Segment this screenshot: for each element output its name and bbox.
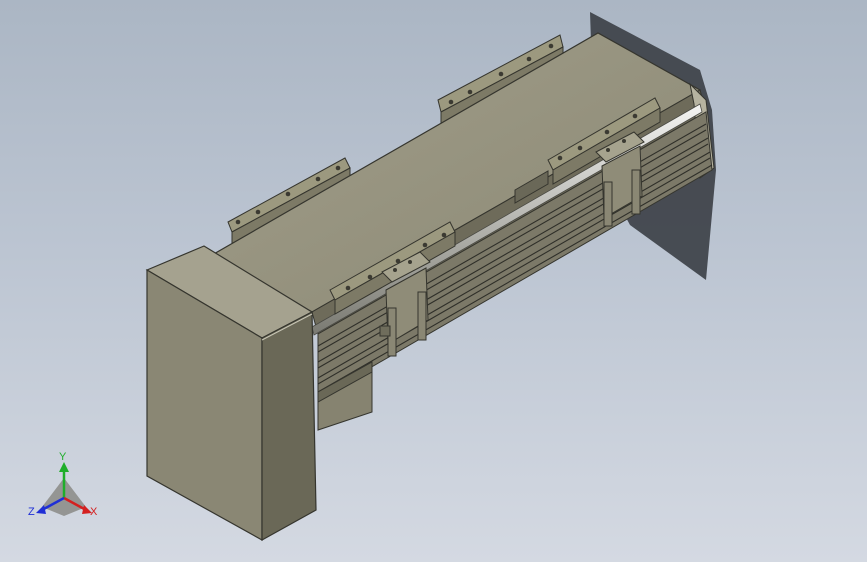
cad-viewport[interactable]: Y X Z xyxy=(0,0,867,562)
linear-module-model[interactable]: Y X Z xyxy=(0,0,867,562)
axis-triad[interactable]: Y X Z xyxy=(28,451,98,518)
y-axis-arrow xyxy=(59,462,69,472)
z-axis-label: Z xyxy=(28,506,35,518)
x-axis-label: X xyxy=(90,506,98,518)
y-axis-label: Y xyxy=(59,451,67,463)
